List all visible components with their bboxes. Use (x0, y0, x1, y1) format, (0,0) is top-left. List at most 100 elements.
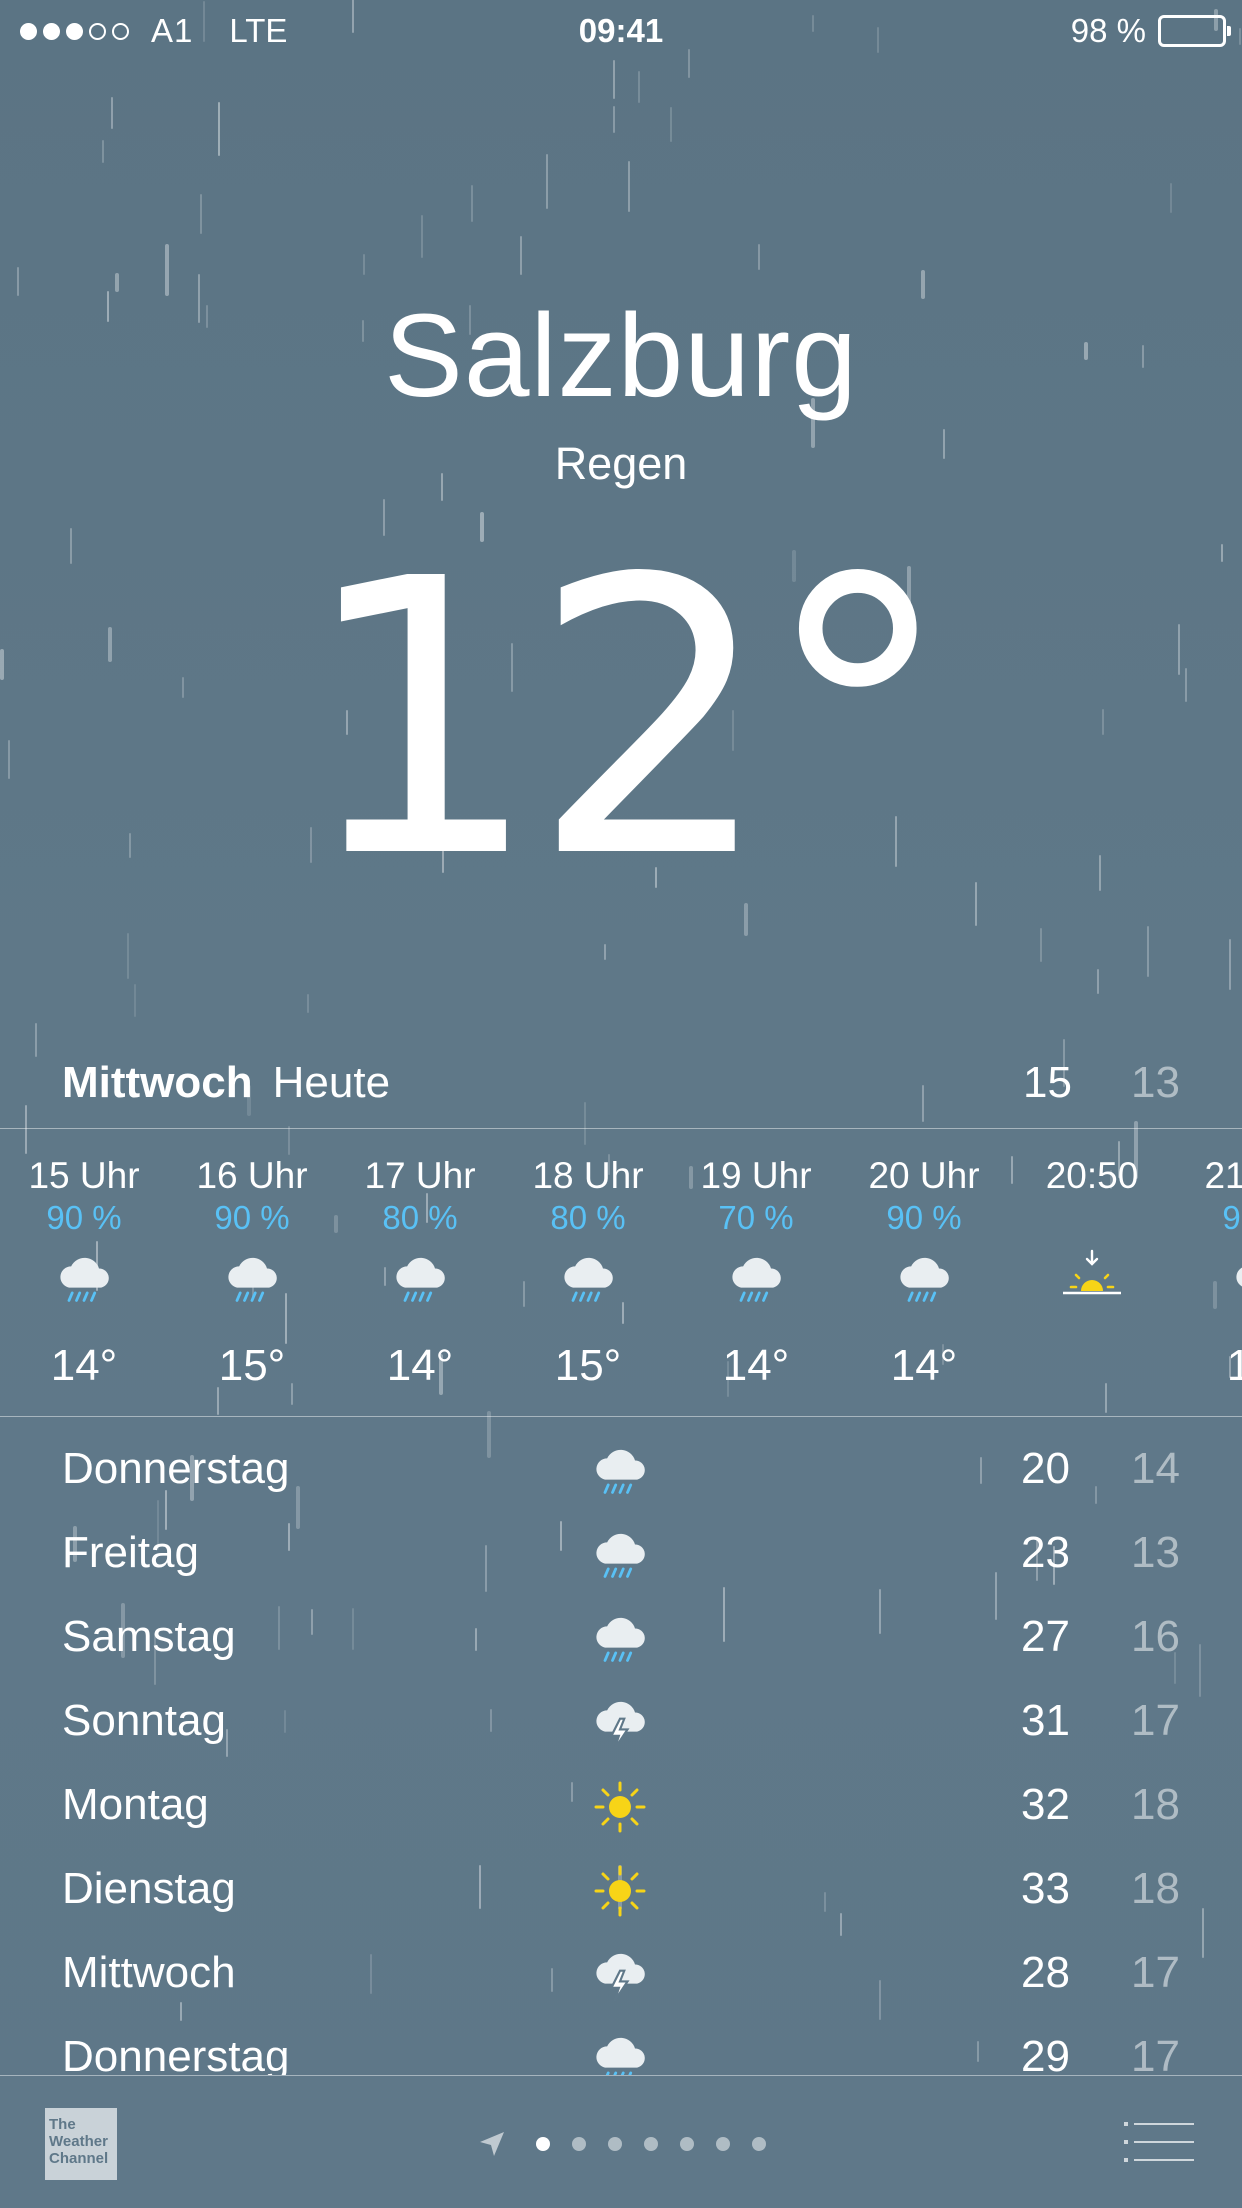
rain-cloud-icon (504, 1239, 672, 1319)
list-item: Samstag 27 16 (0, 1598, 1242, 1682)
hour-label: 20:50 (1045, 1155, 1139, 1196)
hour-item: 18 Uhr 80 % 15° (504, 1130, 672, 1391)
day-high: 33 (1021, 1864, 1070, 1913)
day-name: Freitag (62, 1528, 199, 1577)
battery-percent: 98 % (1070, 12, 1146, 49)
day-name: Sonntag (62, 1696, 226, 1745)
rain-cloud-icon (336, 1239, 504, 1319)
rain-cloud-icon (672, 1239, 840, 1319)
rain-cloud-icon (590, 1520, 650, 1590)
hour-temp: 14° (890, 1341, 958, 1390)
hour-label: 19 Uhr (700, 1155, 812, 1196)
divider (0, 1128, 1242, 1129)
day-high: 29 (1021, 2032, 1070, 2075)
day-high: 32 (1021, 1780, 1070, 1829)
hour-label: 15 Uhr (28, 1155, 140, 1196)
bottom-toolbar: The Weather Channel (0, 2076, 1242, 2208)
today-high: 15 (1023, 1058, 1072, 1107)
hour-item: 17 Uhr 80 % 14° (336, 1130, 504, 1391)
hour-precip: 90 % (214, 1199, 290, 1236)
today-low: 13 (1131, 1058, 1180, 1107)
hour-precip: 90 % (1222, 1199, 1242, 1236)
list-item: Donnerstag 29 17 (0, 2018, 1242, 2075)
page-dot[interactable] (644, 2137, 658, 2151)
day-name: Dienstag (62, 1864, 236, 1913)
day-name: Donnerstag (62, 2032, 290, 2075)
hour-label: 20 Uhr (868, 1155, 980, 1196)
list-item: Dienstag 33 18 (0, 1850, 1242, 1934)
hour-temp: 14° (1226, 1341, 1242, 1390)
day-high: 31 (1021, 1696, 1070, 1745)
hour-item: 21 Uhr 90 % 14° (1176, 1130, 1242, 1391)
page-dot[interactable] (716, 2137, 730, 2151)
status-time: 09:41 (578, 12, 664, 49)
hour-label: 21 Uhr (1204, 1155, 1242, 1196)
day-low: 17 (1131, 2032, 1180, 2075)
hour-item: 19 Uhr 70 % 14° (672, 1130, 840, 1391)
list-item: Donnerstag 20 14 (0, 1430, 1242, 1514)
page-dot[interactable] (536, 2137, 550, 2151)
location-arrow-icon[interactable] (476, 2128, 508, 2160)
city-list-icon[interactable] (1124, 2120, 1194, 2164)
status-bar: A1 LTE 09:41 98 % (0, 0, 1242, 60)
list-item: Sonntag 31 17 (0, 1682, 1242, 1766)
sun-icon (590, 1856, 650, 1926)
list-item: Freitag 23 13 (0, 1514, 1242, 1598)
hour-temp: 14° (386, 1341, 454, 1390)
page-dot[interactable] (608, 2137, 622, 2151)
hour-label: 17 Uhr (364, 1155, 476, 1196)
list-item: Mittwoch 28 17 (0, 1934, 1242, 2018)
today-row: Mittwoch Heute 15 13 (62, 1058, 1180, 1118)
rain-cloud-icon (590, 1436, 650, 1506)
battery-icon (1158, 15, 1231, 47)
hour-temp: 15° (218, 1341, 286, 1390)
day-low: 13 (1131, 1528, 1180, 1577)
day-high: 20 (1021, 1444, 1070, 1493)
day-high: 27 (1021, 1612, 1070, 1661)
page-indicator[interactable] (0, 2128, 1242, 2160)
today-day: Mittwoch (62, 1058, 253, 1107)
hour-item: 20 Uhr 90 % 14° (840, 1130, 1008, 1391)
rain-cloud-icon (1176, 1239, 1242, 1319)
rain-cloud-icon (168, 1239, 336, 1319)
rain-cloud-icon (840, 1239, 1008, 1319)
day-low: 18 (1131, 1780, 1180, 1829)
hour-label: 16 Uhr (196, 1155, 308, 1196)
page-dot[interactable] (752, 2137, 766, 2151)
hour-precip: 80 % (550, 1199, 626, 1236)
current-temperature: 12° (299, 498, 953, 941)
rain-cloud-icon (590, 1604, 650, 1674)
daily-forecast[interactable]: Donnerstag 20 14 Freitag 23 13 Samstag 2… (0, 1430, 1242, 2075)
day-low: 18 (1131, 1864, 1180, 1913)
thunder-cloud-icon (590, 1940, 650, 2010)
day-low: 17 (1131, 1948, 1180, 1997)
day-high: 28 (1021, 1948, 1070, 1997)
hour-precip: 90 % (886, 1199, 962, 1236)
hour-temp: 14° (50, 1341, 118, 1390)
page-dot[interactable] (680, 2137, 694, 2151)
hour-item: 16 Uhr 90 % 15° (168, 1130, 336, 1391)
day-name: Montag (62, 1780, 209, 1829)
hour-temp: 15° (554, 1341, 622, 1390)
sun-icon (590, 1772, 650, 1842)
condition-text: Regen (554, 438, 688, 489)
hour-precip: 80 % (382, 1199, 458, 1236)
hour-precip: 70 % (718, 1199, 794, 1236)
page-dot[interactable] (572, 2137, 586, 2151)
today-label: Heute (272, 1058, 391, 1107)
hour-precip: 90 % (46, 1199, 122, 1236)
day-name: Donnerstag (62, 1444, 290, 1493)
hour-precip (1008, 1199, 1176, 1239)
thunder-cloud-icon (590, 1688, 650, 1758)
divider (0, 1416, 1242, 1417)
battery-area: 98 % (1070, 12, 1231, 50)
day-name: Mittwoch (62, 1948, 236, 1997)
day-name: Samstag (62, 1612, 236, 1661)
hour-item: 20:50 (1008, 1130, 1176, 1341)
rain-cloud-icon (0, 1239, 168, 1319)
hour-item: 15 Uhr 90 % 14° (0, 1130, 168, 1391)
hourly-forecast[interactable]: 15 Uhr 90 % 14° 16 Uhr 90 % 15° 17 Uhr 8… (0, 1130, 1242, 1415)
day-low: 14 (1131, 1444, 1180, 1493)
day-high: 23 (1021, 1528, 1070, 1577)
rain-cloud-icon (590, 2024, 650, 2075)
